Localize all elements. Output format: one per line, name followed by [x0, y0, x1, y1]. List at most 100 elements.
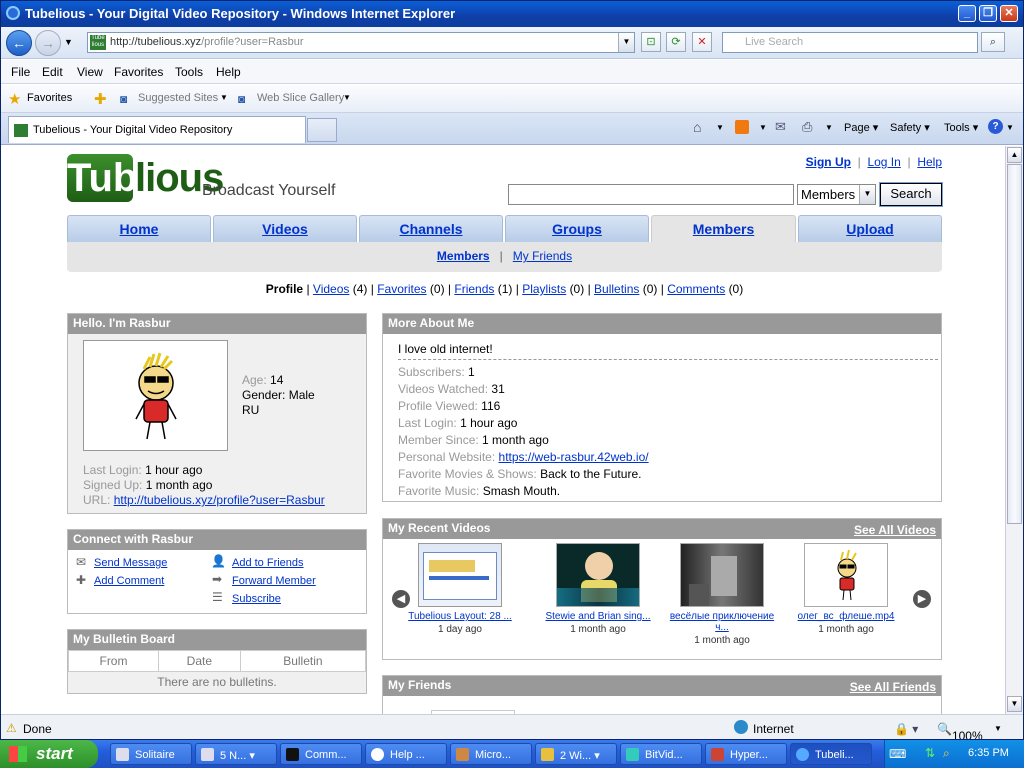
maximize-button[interactable]: ❐	[979, 5, 997, 22]
suggested-sites[interactable]: Suggested Sites	[138, 92, 218, 104]
new-tab-button[interactable]	[307, 118, 337, 142]
signup-link[interactable]: Sign Up	[806, 155, 851, 169]
address-bar[interactable]: Tube lious http://tubelious.xyz/profile?u…	[87, 32, 635, 53]
start-button[interactable]: start	[0, 740, 98, 768]
nav-upload[interactable]: Upload	[798, 215, 942, 242]
task-help[interactable]: Help ...	[365, 743, 447, 765]
forward-button[interactable]: →	[35, 30, 61, 56]
avatar[interactable]	[83, 340, 228, 451]
feeds-dropdown-icon[interactable]: ▼	[759, 123, 767, 132]
safety-menu[interactable]: Safety ▾	[890, 121, 930, 134]
video-item[interactable]: Stewie and Brian sing... 1 month ago	[543, 543, 653, 635]
task-tubelious[interactable]: Tubeli...	[790, 743, 872, 765]
task-command[interactable]: Comm...	[280, 743, 362, 765]
task-notepad[interactable]: 5 N... ▾	[195, 743, 277, 765]
scroll-up-icon[interactable]: ▲	[1007, 147, 1022, 163]
nav-members[interactable]: Members	[651, 215, 796, 242]
nav-groups-label[interactable]: Groups	[552, 221, 602, 237]
live-search-input[interactable]: Live Search	[722, 32, 978, 53]
task-solitaire[interactable]: Solitaire	[110, 743, 192, 765]
menu-file[interactable]: File	[11, 65, 30, 79]
zoom-control[interactable]: 🔍 100%	[937, 722, 983, 739]
zoom-dropdown-icon[interactable]: ▼	[994, 724, 1002, 733]
close-button[interactable]: ✕	[1000, 5, 1018, 22]
help-dropdown-icon[interactable]: ▼	[1006, 123, 1014, 132]
chevron-down-icon[interactable]: ▼	[859, 185, 875, 204]
profile-bulletins-link[interactable]: Bulletins	[594, 282, 639, 296]
add-friend-link[interactable]: Add to Friends	[232, 557, 304, 569]
feeds-icon[interactable]	[735, 120, 749, 134]
next-arrow-icon[interactable]: ▶	[913, 590, 931, 608]
keyboard-icon[interactable]: ⌨	[889, 747, 906, 761]
recent-pages-dropdown-icon[interactable]: ▼	[64, 37, 73, 47]
video-thumbnail[interactable]	[680, 543, 764, 607]
forward-member-link[interactable]: Forward Member	[232, 575, 316, 587]
home-dropdown-icon[interactable]: ▼	[716, 123, 724, 132]
search-icon[interactable]: ⌕	[981, 32, 1005, 52]
video-title[interactable]: весёлые приключение ч...	[670, 611, 774, 633]
menu-edit[interactable]: Edit	[42, 65, 63, 79]
page-menu[interactable]: Page ▾	[844, 121, 878, 134]
menu-favorites[interactable]: Favorites	[114, 65, 163, 79]
print-icon[interactable]: ⎙	[802, 119, 812, 135]
search-type-select[interactable]: Members ▼	[797, 184, 876, 205]
video-item[interactable]: весёлые приключение ч... 1 month ago	[667, 543, 777, 646]
profile-friends-link[interactable]: Friends	[454, 282, 494, 296]
menu-view[interactable]: View	[77, 65, 103, 79]
scroll-thumb[interactable]	[1007, 164, 1022, 524]
login-link[interactable]: Log In	[867, 155, 900, 169]
web-slice-gallery[interactable]: Web Slice Gallery	[257, 92, 344, 104]
profile-videos-link[interactable]: Videos	[313, 282, 349, 296]
subscribe-link[interactable]: Subscribe	[232, 593, 281, 605]
nav-videos[interactable]: Videos	[213, 215, 357, 242]
help-link[interactable]: Help	[917, 155, 942, 169]
task-windows-folder[interactable]: 2 Wi... ▾	[535, 743, 617, 765]
nav-channels[interactable]: Channels	[359, 215, 503, 242]
favorites-button[interactable]: Favorites	[27, 92, 72, 104]
stop-icon[interactable]: ✕	[692, 32, 712, 52]
nav-groups[interactable]: Groups	[505, 215, 649, 242]
subnav-friends[interactable]: My Friends	[513, 249, 572, 263]
video-thumbnail[interactable]	[556, 543, 640, 607]
profile-favorites-link[interactable]: Favorites	[377, 282, 426, 296]
add-comment-link[interactable]: Add Comment	[94, 575, 164, 587]
menu-tools[interactable]: Tools	[175, 65, 203, 79]
nav-upload-label[interactable]: Upload	[846, 221, 893, 237]
send-message-link[interactable]: Send Message	[94, 557, 167, 569]
video-title[interactable]: олег_вс_флеше.mp4	[798, 611, 895, 622]
protected-mode-icon[interactable]: 🔒 ▾	[894, 722, 918, 736]
task-hyper[interactable]: Hyper...	[705, 743, 787, 765]
nav-home-label[interactable]: Home	[120, 221, 159, 237]
video-item[interactable]: олег_вс_флеше.mp4 1 month ago	[791, 543, 901, 635]
add-favorite-icon[interactable]: ✚	[94, 90, 107, 108]
mail-icon[interactable]: ✉	[775, 119, 786, 135]
network-icon[interactable]: ⇅	[925, 746, 935, 760]
profile-comments-link[interactable]: Comments	[667, 282, 725, 296]
profile-playlists-link[interactable]: Playlists	[522, 282, 566, 296]
see-all-videos-link[interactable]: See All Videos	[854, 521, 936, 540]
video-item[interactable]: Tubelious Layout: 28 ... 1 day ago	[405, 543, 515, 635]
task-micro[interactable]: Micro...	[450, 743, 532, 765]
nav-videos-label[interactable]: Videos	[262, 221, 308, 237]
print-dropdown-icon[interactable]: ▼	[825, 123, 833, 132]
suggested-dropdown-icon[interactable]: ▼	[220, 93, 228, 102]
address-dropdown-icon[interactable]: ▼	[618, 33, 634, 52]
minimize-button[interactable]: _	[958, 5, 976, 22]
task-bitvid[interactable]: BitVid...	[620, 743, 702, 765]
menu-help[interactable]: Help	[216, 65, 241, 79]
help-icon[interactable]: ?	[988, 119, 1003, 134]
logo-tube[interactable]: Tube	[67, 154, 160, 202]
compat-view-icon[interactable]: ⊡	[641, 32, 661, 52]
search-button[interactable]: Search	[879, 182, 943, 207]
home-icon[interactable]: ⌂	[693, 119, 701, 135]
video-thumbnail[interactable]	[418, 543, 502, 607]
tools-menu[interactable]: Tools ▾	[944, 121, 978, 134]
web-slice-dropdown-icon[interactable]: ▼	[343, 93, 351, 102]
video-thumbnail[interactable]	[804, 543, 888, 607]
nav-members-label[interactable]: Members	[693, 221, 754, 237]
profile-url-link[interactable]: http://tubelious.xyz/profile?user=Rasbur	[114, 493, 325, 507]
back-button[interactable]: ←	[6, 30, 32, 56]
video-title[interactable]: Stewie and Brian sing...	[545, 611, 650, 622]
refresh-icon[interactable]: ⟳	[666, 32, 686, 52]
subnav-members[interactable]: Members	[437, 249, 490, 263]
